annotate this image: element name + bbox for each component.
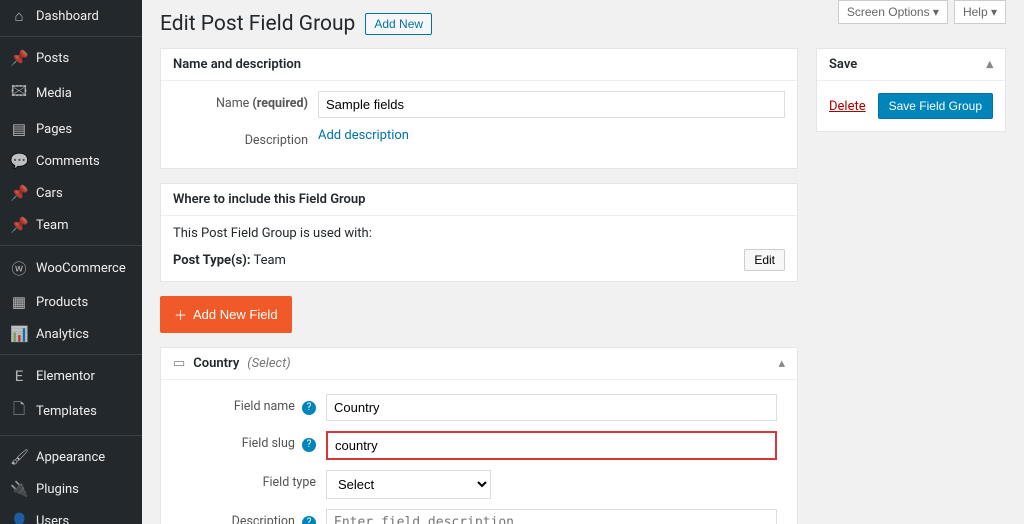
- sidebar-item-label: WooCommerce: [36, 261, 126, 276]
- field-type-icon: ▭: [173, 356, 185, 371]
- sidebar-item-label: Products: [36, 295, 88, 310]
- add-description-link[interactable]: Add description: [318, 128, 409, 143]
- sidebar-item-analytics[interactable]: 📊 Analytics: [0, 318, 142, 350]
- sidebar-item-label: Media: [36, 86, 72, 101]
- field-type-row-label: Field type: [181, 470, 326, 490]
- analytics-icon: 📊: [10, 325, 28, 343]
- cars-icon: 📌: [10, 184, 28, 202]
- field-slug-label: Field slug: [242, 436, 295, 451]
- page-title: Edit Post Field Group: [160, 12, 355, 36]
- field-type-select[interactable]: Select: [326, 470, 491, 499]
- sidebar-item-label: Posts: [36, 51, 69, 66]
- group-name-input[interactable]: [318, 91, 785, 118]
- sidebar-item-label: Comments: [36, 154, 100, 169]
- team-icon: 📌: [10, 216, 28, 234]
- dashboard-icon: ⌂: [10, 7, 28, 25]
- templates-icon: 🗋: [10, 399, 28, 424]
- collapse-toggle-icon[interactable]: ▴: [778, 356, 785, 371]
- help-button[interactable]: Help ▾: [954, 0, 1006, 24]
- name-description-box: Name and description Name (required) Des…: [160, 48, 798, 169]
- help-icon[interactable]: ?: [302, 438, 316, 452]
- name-description-heading: Name and description: [161, 49, 797, 81]
- sidebar-item-team[interactable]: 📌 Team: [0, 209, 142, 241]
- plus-icon: ＋: [174, 305, 187, 324]
- sidebar-item-plugins[interactable]: 🔌 Plugins: [0, 473, 142, 505]
- edit-where-button[interactable]: Edit: [744, 249, 785, 271]
- save-box: Save ▴ Delete Save Field Group: [816, 48, 1006, 132]
- sidebar-item-label: Elementor: [36, 369, 95, 384]
- sidebar-item-pages[interactable]: ▤ Pages: [0, 113, 142, 145]
- sidebar-item-woocommerce[interactable]: ⓦ WooCommerce: [0, 251, 142, 286]
- post-types-line: Post Type(s): Team: [173, 253, 286, 268]
- elementor-icon: E: [10, 367, 28, 385]
- add-new-field-button[interactable]: ＋ Add New Field: [160, 296, 292, 333]
- sidebar-item-label: Pages: [36, 122, 72, 137]
- field-description-textarea[interactable]: [326, 509, 777, 524]
- description-label: Description: [173, 128, 318, 148]
- name-label: Name (required): [173, 91, 318, 111]
- sidebar-item-label: Plugins: [36, 482, 79, 497]
- sidebar-item-label: Appearance: [36, 450, 105, 465]
- where-include-heading: Where to include this Field Group: [161, 184, 797, 216]
- field-panel-country: ▭ Country (Select) ▴ Field name ?: [160, 347, 798, 524]
- delete-link[interactable]: Delete: [829, 99, 866, 114]
- sidebar-item-cars[interactable]: 📌 Cars: [0, 177, 142, 209]
- sidebar-item-comments[interactable]: 💬 Comments: [0, 145, 142, 177]
- where-include-box: Where to include this Field Group This P…: [160, 183, 798, 282]
- sidebar-item-templates[interactable]: 🗋 Templates: [0, 392, 142, 431]
- sidebar-item-posts[interactable]: 📌 Posts: [0, 42, 142, 74]
- sidebar-item-label: Templates: [36, 404, 97, 419]
- sidebar-item-label: Cars: [36, 186, 63, 201]
- field-title: Country: [193, 356, 239, 371]
- woocommerce-icon: ⓦ: [10, 258, 28, 279]
- appearance-icon: 🖌: [10, 448, 28, 466]
- sidebar-item-dashboard[interactable]: ⌂ Dashboard: [0, 0, 142, 32]
- add-new-button[interactable]: Add New: [365, 13, 432, 35]
- save-box-heading: Save: [829, 57, 857, 72]
- pages-icon: ▤: [10, 120, 28, 138]
- sidebar-item-products[interactable]: ▦ Products: [0, 286, 142, 318]
- help-icon[interactable]: ?: [302, 401, 316, 415]
- sidebar-item-label: Dashboard: [36, 9, 99, 24]
- comments-icon: 💬: [10, 152, 28, 170]
- field-slug-input[interactable]: [326, 431, 777, 460]
- sidebar-item-appearance[interactable]: 🖌 Appearance: [0, 441, 142, 473]
- save-field-group-button[interactable]: Save Field Group: [878, 93, 993, 119]
- used-with-text: This Post Field Group is used with:: [173, 226, 785, 241]
- posts-icon: 📌: [10, 49, 28, 67]
- sidebar-item-label: Team: [36, 218, 69, 233]
- screen-options-button[interactable]: Screen Options ▾: [838, 0, 948, 24]
- field-type-label: (Select): [247, 356, 290, 371]
- sidebar-item-elementor[interactable]: E Elementor: [0, 360, 142, 392]
- users-icon: 👤: [10, 512, 28, 524]
- sidebar-item-users[interactable]: 👤 Users: [0, 505, 142, 524]
- plugins-icon: 🔌: [10, 480, 28, 498]
- sidebar-item-label: Users: [36, 514, 69, 524]
- sidebar-item-label: Analytics: [36, 327, 89, 342]
- field-name-label: Field name: [234, 399, 295, 414]
- media-icon: 🖾: [10, 81, 28, 106]
- help-icon[interactable]: ?: [302, 516, 316, 524]
- collapse-toggle-icon[interactable]: ▴: [986, 57, 993, 72]
- sidebar-item-media[interactable]: 🖾 Media: [0, 74, 142, 113]
- field-description-label: Description: [232, 514, 295, 524]
- products-icon: ▦: [10, 293, 28, 311]
- field-name-input[interactable]: [326, 394, 777, 421]
